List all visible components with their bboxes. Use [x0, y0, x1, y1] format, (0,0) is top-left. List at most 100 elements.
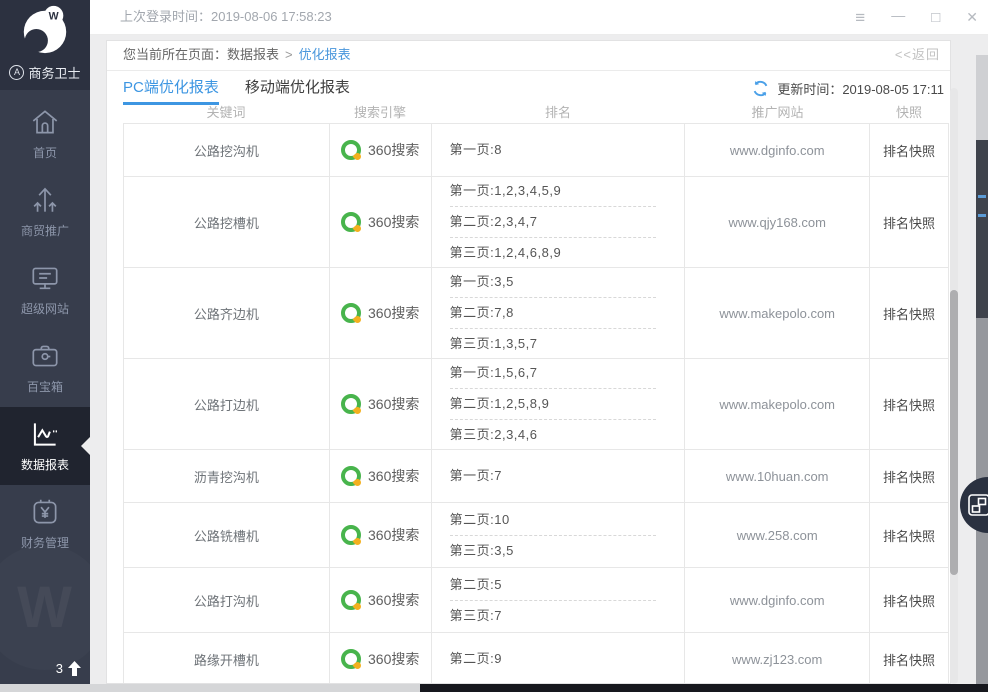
toolbox-icon [28, 339, 62, 373]
snapshot-link[interactable]: 排名快照 [883, 526, 935, 545]
360-search-logo-icon [341, 466, 361, 486]
home-icon [28, 105, 62, 139]
sidebar-item-promotion[interactable]: 商贸推广 [0, 173, 90, 251]
rank-line: 第一页:1,2,3,4,5,9 [450, 176, 657, 206]
rank-cell: 第一页:1,5,6,7第二页:1,2,5,8,9第三页:2,3,4,6 [432, 359, 686, 449]
360-search-logo-icon [341, 212, 361, 232]
keyword-cell: 路缘开槽机 [124, 633, 330, 684]
site-cell: www.10huan.com [685, 450, 870, 502]
close-icon[interactable]: ✕ [966, 10, 978, 24]
engine-label: 360搜索 [368, 212, 419, 232]
table-body: 公路挖沟机360搜索第一页:8www.dginfo.com排名快照公路挖槽机36… [123, 124, 949, 684]
minimize-icon[interactable]: — [891, 8, 905, 22]
snapshot-cell: 排名快照 [870, 124, 948, 176]
snapshot-link[interactable]: 排名快照 [883, 141, 935, 160]
header-site: 推广网站 [685, 105, 870, 123]
refresh-icon[interactable] [751, 79, 770, 98]
maximize-icon[interactable]: □ [931, 10, 940, 25]
keyword-cell: 沥青挖沟机 [124, 450, 330, 502]
update-time-text: 更新时间：2019-08-05 17:11 [777, 79, 944, 98]
tab-pc-report[interactable]: PC端优化报表 [123, 71, 219, 105]
breadcrumb-separator: > [285, 41, 293, 70]
header-engine: 搜索引擎 [329, 105, 431, 123]
rank-line: 第二页:1,2,5,8,9 [450, 388, 657, 419]
rank-line: 第二页:5 [450, 570, 657, 600]
taskbar-strip [420, 684, 988, 692]
engine-cell: 360搜索 [330, 633, 432, 684]
sidebar-item-home[interactable]: 首页 [0, 95, 90, 173]
engine-label: 360搜索 [368, 649, 419, 669]
sidebar-item-website[interactable]: 超级网站 [0, 251, 90, 329]
sidebar-watermark: W [0, 545, 90, 670]
site-cell: www.dginfo.com [685, 568, 870, 632]
breadcrumb-current[interactable]: 优化报表 [299, 41, 351, 70]
snapshot-link[interactable]: 排名快照 [883, 591, 935, 610]
360-search-logo-icon [341, 649, 361, 669]
report-chart-icon [28, 417, 62, 451]
table-row: 公路挖槽机 360搜索第一页:1,2,3,4,5,9第二页:2,3,4,7第三页:… [124, 177, 948, 268]
tab-mobile-report[interactable]: 移动端优化报表 [245, 71, 350, 105]
keyword-cell: 公路挖槽机 [124, 177, 330, 267]
rank-cell: 第一页:1,2,3,4,5,9第二页:2,3,4,7第三页:1,2,4,6,8,… [432, 177, 686, 267]
engine-label: 360搜索 [368, 303, 419, 323]
table-row: 路缘开槽机360搜索第二页:9www.zj123.com排名快照 [124, 633, 948, 684]
snapshot-link[interactable]: 排名快照 [883, 650, 935, 669]
vertical-scrollbar-thumb[interactable] [950, 290, 958, 575]
rank-line: 第二页:10 [450, 505, 657, 535]
engine-cell: 360搜索 [330, 568, 432, 632]
keyword-cell: 公路挖沟机 [124, 124, 330, 176]
back-link[interactable]: <<返回 [895, 41, 940, 70]
brand-row: A 商务卫士 [0, 63, 90, 82]
engine-cell: 360搜索 [330, 268, 432, 358]
sidebar-nav: 首页 商贸推广 超级网站 [0, 95, 90, 563]
site-cell: www.makepolo.com [685, 268, 870, 358]
brand-name: 商务卫士 [28, 63, 80, 82]
360-search-logo-icon [341, 394, 361, 414]
snapshot-cell: 排名快照 [870, 450, 948, 502]
sidebar-item-data-report[interactable]: 数据报表 [0, 407, 90, 485]
360-search-logo-icon [341, 140, 361, 160]
engine-cell: 360搜索 [330, 177, 432, 267]
engine-label: 360搜索 [368, 140, 419, 160]
notification-badge[interactable]: 3 [56, 661, 81, 676]
rank-line: 第三页:1,3,5,7 [450, 328, 657, 359]
sidebar-item-label: 首页 [0, 144, 90, 161]
keyword-cell: 公路打边机 [124, 359, 330, 449]
qr-code-float-button[interactable] [960, 477, 988, 533]
app-logo-icon: W [18, 3, 72, 57]
menu-icon[interactable]: ≡ [855, 9, 865, 26]
table-row: 沥青挖沟机360搜索第一页:7www.10huan.com排名快照 [124, 450, 948, 503]
rank-line: 第三页:2,3,4,6 [450, 419, 657, 450]
table-row: 公路铣槽机360搜索第二页:10第三页:3,5www.258.com排名快照 [124, 503, 948, 568]
snapshot-cell: 排名快照 [870, 359, 948, 449]
snapshot-cell: 排名快照 [870, 268, 948, 358]
engine-cell: 360搜索 [330, 359, 432, 449]
sidebar-item-toolbox[interactable]: 百宝箱 [0, 329, 90, 407]
snapshot-link[interactable]: 排名快照 [883, 395, 935, 414]
site-cell: www.qjy168.com [685, 177, 870, 267]
content-card: 您当前所在页面：数据报表 > 优化报表 <<返回 PC端优化报表 移动端优化报表… [106, 40, 951, 684]
breadcrumb: 您当前所在页面：数据报表 > 优化报表 <<返回 [107, 41, 950, 71]
table-row: 公路挖沟机360搜索第一页:8www.dginfo.com排名快照 [124, 124, 948, 177]
snapshot-link[interactable]: 排名快照 [883, 213, 935, 232]
engine-cell: 360搜索 [330, 503, 432, 567]
rank-cell: 第二页:9 [432, 633, 686, 684]
rank-line: 第二页:9 [450, 644, 657, 674]
site-cell: www.makepolo.com [685, 359, 870, 449]
360-search-logo-icon [341, 590, 361, 610]
rank-line: 第二页:7,8 [450, 297, 657, 328]
snapshot-cell: 排名快照 [870, 633, 948, 684]
rank-line: 第一页:8 [450, 135, 657, 165]
rank-line: 第一页:1,5,6,7 [450, 358, 657, 388]
header-snapshot: 快照 [870, 105, 948, 123]
snapshot-link[interactable]: 排名快照 [883, 304, 935, 323]
snapshot-cell: 排名快照 [870, 568, 948, 632]
snapshot-cell: 排名快照 [870, 503, 948, 567]
rank-line: 第三页:3,5 [450, 535, 657, 566]
window-bottom-edge [0, 684, 420, 692]
background-window-edge-top [976, 55, 988, 140]
snapshot-link[interactable]: 排名快照 [883, 467, 935, 486]
table-header-row: 关键词 搜索引擎 排名 推广网站 快照 [123, 105, 949, 124]
notification-count: 3 [56, 661, 63, 676]
promotion-icon [28, 183, 62, 217]
